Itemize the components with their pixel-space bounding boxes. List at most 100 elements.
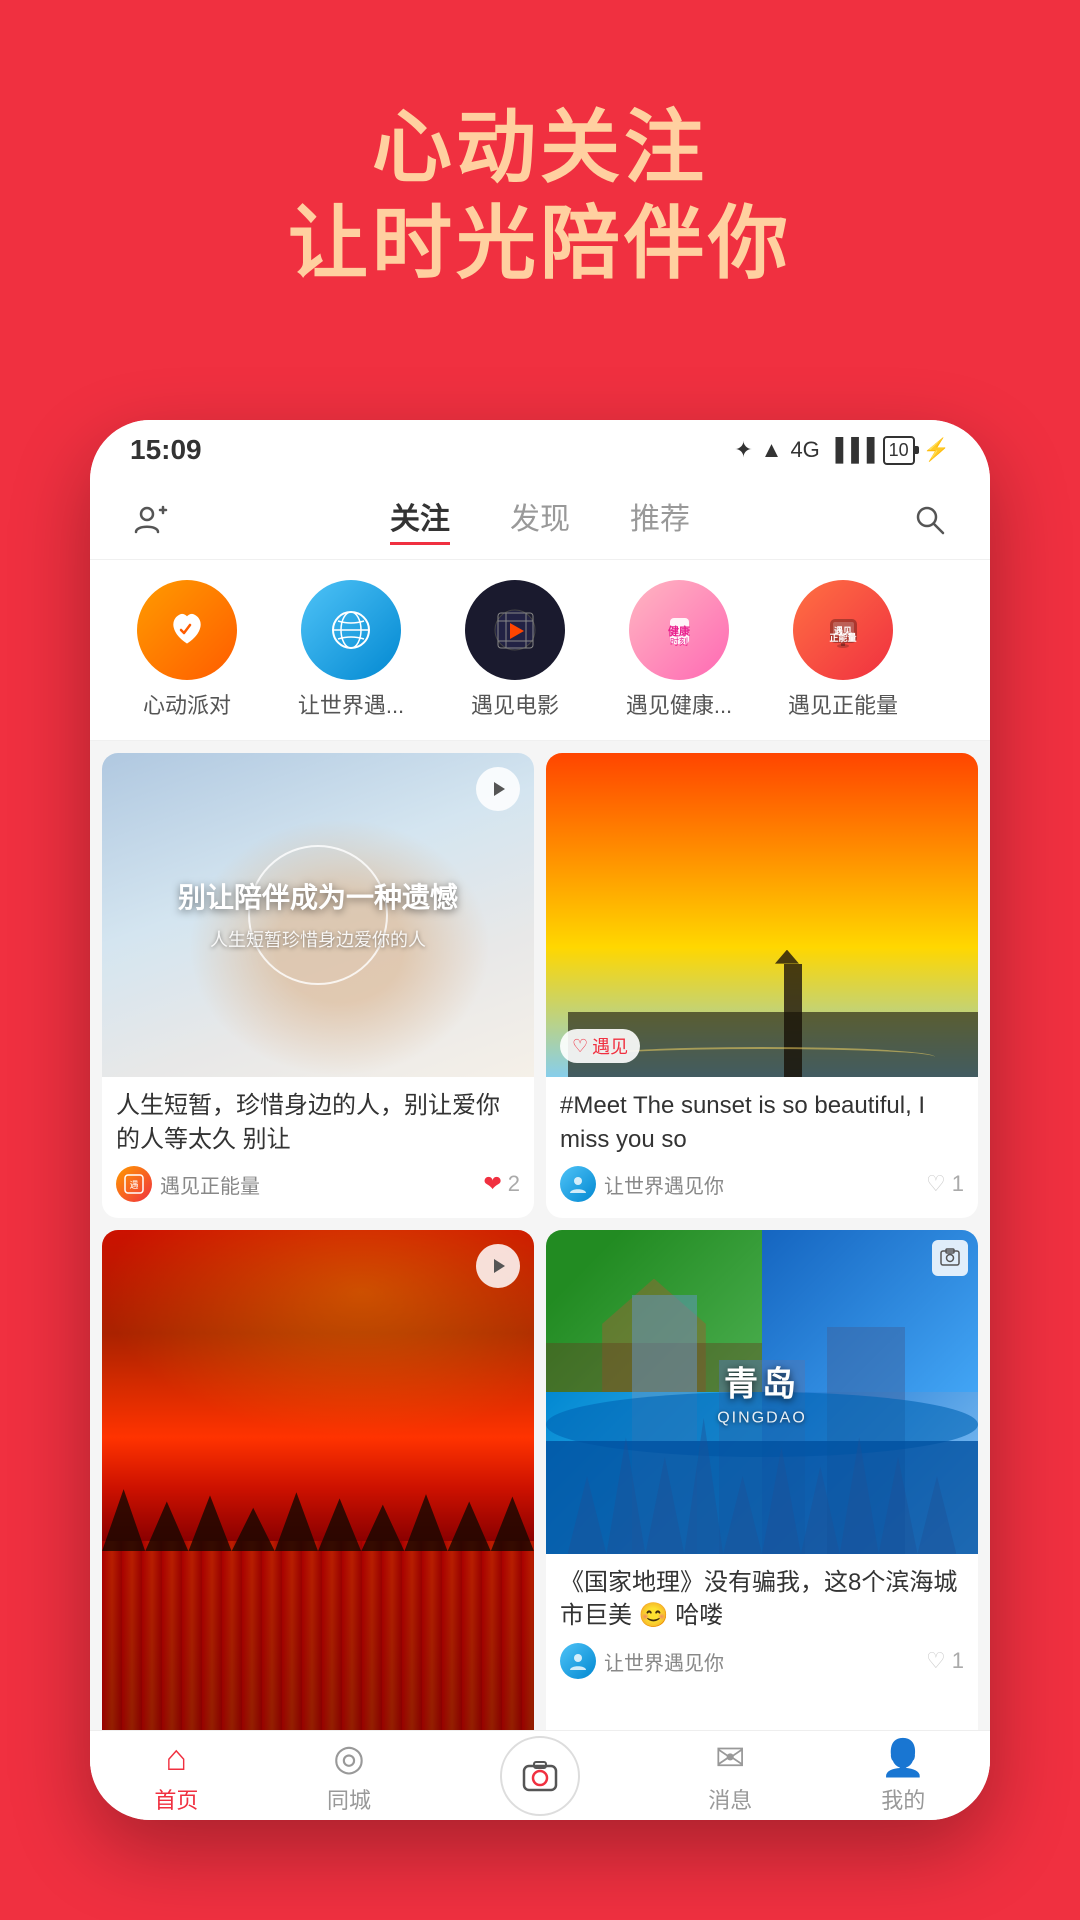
channel-label-1: 心动派对 (143, 688, 231, 720)
card-4[interactable]: 青岛 QINGDAO 《国家地理》没有骗我，这8个滨海城市巨美 😊 哈喽 (546, 1230, 978, 1754)
author-name-2: 让世界遇见你 (604, 1170, 724, 1199)
svg-text:健康: 健康 (668, 624, 691, 638)
card-1-main-text: 别让陪伴成为一种遗憾 (178, 878, 458, 917)
svg-text:正能量: 正能量 (829, 632, 856, 643)
heart-outline-icon-2: ♡ (926, 1171, 946, 1197)
card-2[interactable]: ♡ 遇见 #Meet The sunset is so beautiful, I… (546, 753, 978, 1218)
flower-field (102, 1541, 534, 1748)
signal-bars-icon: ▐▐▐ (828, 437, 875, 463)
card-3[interactable] (102, 1230, 534, 1754)
card-4-author: 让世界遇见你 (560, 1643, 724, 1679)
channel-item-4[interactable]: 健康 时刻 遇见健康... (597, 580, 761, 720)
card-2-img-inner: ♡ 遇见 (546, 753, 978, 1077)
add-friend-button[interactable] (120, 490, 180, 550)
bottom-tab-camera[interactable] (500, 1736, 580, 1816)
card-4-title: 《国家地理》没有骗我，这8个滨海城市巨美 😊 哈喽 (560, 1566, 964, 1633)
card-1[interactable]: 别让陪伴成为一种遗憾 人生短暂珍惜身边爱你的人 人生短暂，珍惜身边的人，别让爱你… (102, 753, 534, 1218)
card-1-img-inner: 别让陪伴成为一种遗憾 人生短暂珍惜身边爱你的人 (102, 753, 534, 1077)
heart-filled-icon: ❤ (483, 1171, 501, 1197)
author-name-4: 让世界遇见你 (604, 1647, 724, 1676)
channel-circle-2 (301, 580, 401, 680)
card-1-title: 人生短暂，珍惜身边的人，别让爱你的人等太久 别让 (116, 1089, 520, 1156)
photo-collage-icon (932, 1240, 968, 1276)
bottom-tab-messages[interactable]: ✉ 消息 (708, 1737, 752, 1815)
card-2-footer: 让世界遇见你 ♡ 1 (560, 1166, 964, 1202)
bluetooth-icon: ✦ (734, 437, 752, 463)
channel-circle-1 (137, 580, 237, 680)
card-2-title: #Meet The sunset is so beautiful, I miss… (560, 1089, 964, 1156)
bottom-tab-home[interactable]: ⌂ 首页 (154, 1737, 198, 1815)
heart-small-icon: ♡ (572, 1036, 588, 1057)
meet-text: 遇见 (592, 1033, 628, 1059)
channel-circle-3 (465, 580, 565, 680)
content-grid: 别让陪伴成为一种遗憾 人生短暂珍惜身边爱你的人 人生短暂，珍惜身边的人，别让爱你… (90, 741, 990, 1766)
card-4-likes[interactable]: ♡ 1 (926, 1648, 964, 1674)
channel-label-2: 让世界遇... (298, 688, 404, 720)
tab-recommend[interactable]: 推荐 (630, 494, 690, 545)
card-3-bg (102, 1230, 534, 1748)
play-button-1[interactable] (476, 767, 520, 811)
heart-outline-icon-4: ♡ (926, 1648, 946, 1674)
bottom-nav: ⌂ 首页 ◎ 同城 ✉ 消息 👤 我的 (90, 1730, 990, 1820)
signal-icon: 4G (790, 437, 819, 463)
battery-icon: 10 (883, 436, 915, 465)
card-4-image: 青岛 QINGDAO (546, 1230, 978, 1554)
search-button[interactable] (900, 490, 960, 550)
home-icon: ⌂ (165, 1737, 187, 1779)
channel-label-3: 遇见电影 (471, 688, 559, 720)
card-2-likes[interactable]: ♡ 1 (926, 1171, 964, 1197)
local-icon: ◎ (333, 1737, 364, 1779)
like-count-1: 2 (508, 1171, 520, 1197)
charging-icon: ⚡ (923, 437, 950, 463)
card-4-img-inner: 青岛 QINGDAO (546, 1230, 978, 1554)
profile-label: 我的 (881, 1783, 925, 1815)
channel-item-1[interactable]: 心动派对 (105, 580, 269, 720)
card-3-image (102, 1230, 534, 1754)
author-avatar-1: 遇 (116, 1166, 152, 1202)
card-1-footer: 遇 遇见正能量 ❤ 2 (116, 1166, 520, 1202)
card-4-footer: 让世界遇见你 ♡ 1 (560, 1643, 964, 1679)
home-label: 首页 (154, 1783, 198, 1815)
channel-circle-4: 健康 时刻 (629, 580, 729, 680)
svg-text:遇: 遇 (129, 1180, 138, 1190)
profile-icon: 👤 (881, 1737, 926, 1779)
status-bar: 15:09 ✦ ▲ 4G ▐▐▐ 10 ⚡ (90, 420, 990, 480)
header-line2: 让时光陪伴你 (0, 196, 1080, 292)
phone-mockup: 15:09 ✦ ▲ 4G ▐▐▐ 10 ⚡ 关注 发现 推荐 (90, 420, 990, 1820)
wifi-icon: ▲ (761, 437, 783, 463)
card-2-image: ♡ 遇见 (546, 753, 978, 1077)
author-avatar-4 (560, 1643, 596, 1679)
channel-circle-5: 遇见 正能量 (793, 580, 893, 680)
local-label: 同城 (327, 1783, 371, 1815)
like-count-2: 1 (952, 1171, 964, 1197)
card-4-collage (546, 1230, 978, 1554)
card-2-author: 让世界遇见你 (560, 1166, 724, 1202)
status-icons: ✦ ▲ 4G ▐▐▐ 10 ⚡ (734, 436, 950, 465)
channel-item-3[interactable]: 遇见电影 (433, 580, 597, 720)
channel-label-4: 遇见健康... (626, 688, 732, 720)
author-avatar-2 (560, 1166, 596, 1202)
channel-item-5[interactable]: 遇见 正能量 遇见正能量 (761, 580, 925, 720)
channel-list: 心动派对 让世界遇... (90, 560, 990, 741)
status-time: 15:09 (130, 434, 202, 466)
channel-item-2[interactable]: 让世界遇... (269, 580, 433, 720)
bottom-tab-local[interactable]: ◎ 同城 (327, 1737, 371, 1815)
sky-glow (102, 1230, 534, 1437)
card-1-author: 遇 遇见正能量 (116, 1166, 260, 1202)
nav-tabs: 关注 发现 推荐 (180, 494, 900, 545)
bottom-tab-profile[interactable]: 👤 我的 (881, 1737, 926, 1815)
card-1-likes[interactable]: ❤ 2 (483, 1171, 520, 1197)
meet-badge: ♡ 遇见 (560, 1029, 640, 1063)
tab-discover[interactable]: 发现 (510, 494, 570, 545)
svg-text:时刻: 时刻 (669, 636, 687, 647)
play-button-3[interactable] (476, 1244, 520, 1288)
author-name-1: 遇见正能量 (160, 1170, 260, 1199)
card-1-image: 别让陪伴成为一种遗憾 人生短暂珍惜身边爱你的人 (102, 753, 534, 1077)
card-2-body: #Meet The sunset is so beautiful, I miss… (546, 1077, 978, 1212)
messages-label: 消息 (708, 1783, 752, 1815)
card-1-body: 人生短暂，珍惜身边的人，别让爱你的人等太久 别让 遇 遇见正能量 ❤ (102, 1077, 534, 1212)
card-4-body: 《国家地理》没有骗我，这8个滨海城市巨美 😊 哈喽 让世界遇见你 ♡ (546, 1554, 978, 1689)
header-section: 心动关注 让时光陪伴你 (0, 100, 1080, 292)
tab-follow[interactable]: 关注 (390, 494, 450, 545)
nav-bar: 关注 发现 推荐 (90, 480, 990, 560)
